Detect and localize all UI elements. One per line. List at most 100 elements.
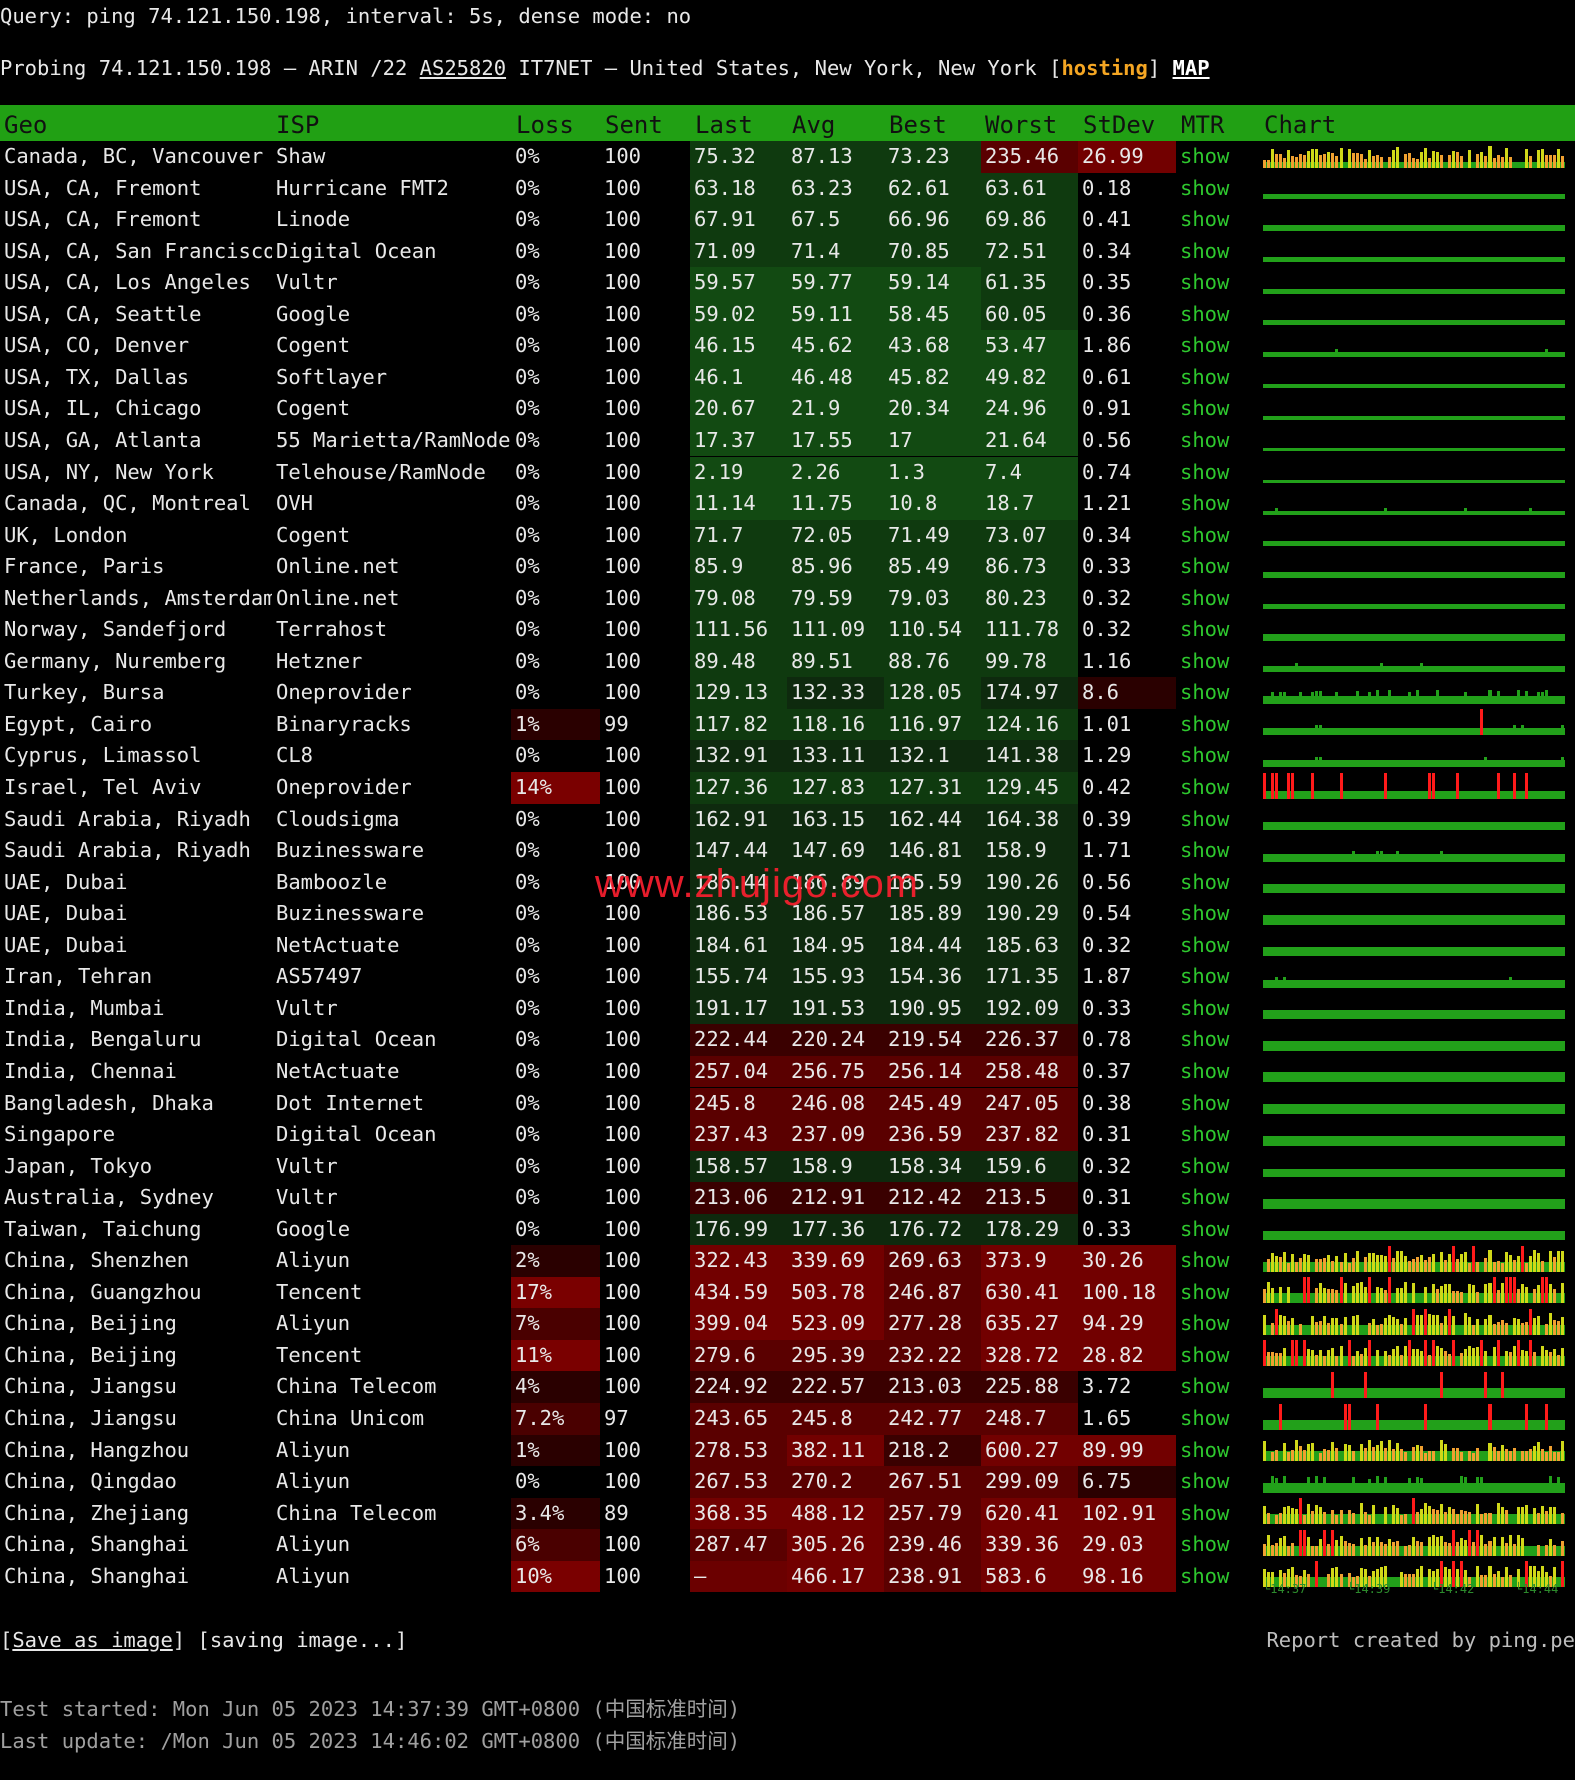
mtr-show-link[interactable]: show xyxy=(1176,330,1260,362)
cell-sent: 100 xyxy=(604,1532,642,1557)
mtr-show-link[interactable]: show xyxy=(1176,1214,1260,1246)
chart-spike xyxy=(1351,1356,1355,1367)
mtr-show-link[interactable]: show xyxy=(1176,1435,1260,1467)
chart-spike xyxy=(1319,1349,1323,1367)
mtr-show-link[interactable]: show xyxy=(1176,1561,1260,1593)
cell-worst: 583.6 xyxy=(981,1560,1078,1593)
cell-avg: 118.16 xyxy=(787,708,884,741)
chart-spike xyxy=(1436,1289,1440,1304)
mtr-show-link[interactable]: show xyxy=(1176,961,1260,993)
cell-stdev: 0.36 xyxy=(1082,301,1132,326)
chart-spike xyxy=(1383,1448,1387,1462)
chart-spike xyxy=(1331,1261,1335,1272)
mtr-show-link[interactable]: show xyxy=(1176,993,1260,1025)
mtr-show-link[interactable]: show xyxy=(1176,583,1260,615)
chart-spike xyxy=(1291,1450,1295,1462)
chart-spike xyxy=(1428,1257,1432,1272)
chart-spike xyxy=(1428,772,1432,799)
mtr-show-link[interactable]: show xyxy=(1176,835,1260,867)
map-link[interactable]: MAP xyxy=(1173,56,1210,80)
cell-loss: 0% xyxy=(515,491,540,516)
mtr-show-link[interactable]: show xyxy=(1176,614,1260,646)
table-row: USA, CO, Denver Cogent 0% 100 46.15 45.62 43.6… xyxy=(0,330,1575,362)
mtr-show-link[interactable]: show xyxy=(1176,520,1260,552)
mtr-show-link[interactable]: show xyxy=(1176,1024,1260,1056)
chart-spike xyxy=(1339,1345,1343,1367)
mtr-show-link[interactable]: show xyxy=(1176,677,1260,709)
mtr-show-link[interactable]: show xyxy=(1176,804,1260,836)
chart-spike xyxy=(1383,1255,1387,1272)
mtr-show-link[interactable]: show xyxy=(1176,1340,1260,1372)
mtr-show-link[interactable]: show xyxy=(1176,867,1260,899)
mtr-show-link[interactable]: show xyxy=(1176,457,1260,489)
chart-spike xyxy=(1331,1348,1335,1367)
cell-best: 116.97 xyxy=(884,708,981,741)
chart-spike xyxy=(1476,1291,1480,1304)
mtr-show-link[interactable]: show xyxy=(1176,709,1260,741)
chart-spike xyxy=(1283,1316,1287,1335)
chart-spike xyxy=(1315,1355,1319,1367)
chart-spike xyxy=(1452,1315,1456,1335)
save-as-image-link[interactable]: Save as image xyxy=(12,1628,172,1652)
cell-best: 212.42 xyxy=(884,1182,981,1214)
chart-spike xyxy=(1464,1251,1468,1272)
chart-spike xyxy=(1556,1476,1560,1493)
cell-last: 89.48 xyxy=(690,645,787,678)
mtr-show-link[interactable]: show xyxy=(1176,173,1260,205)
chart-spike xyxy=(1544,155,1548,168)
cell-isp: Dot Internet xyxy=(276,1090,425,1115)
mtr-show-link[interactable]: show xyxy=(1176,267,1260,299)
chart-spike xyxy=(1339,1262,1343,1272)
mtr-show-link[interactable]: show xyxy=(1176,1277,1260,1309)
cell-best: 236.59 xyxy=(884,1119,981,1151)
mtr-show-link[interactable]: show xyxy=(1176,1403,1260,1435)
chart-spike xyxy=(1367,1515,1371,1525)
latency-chart xyxy=(1263,1371,1565,1403)
chart-spike xyxy=(1271,149,1275,168)
mtr-show-link[interactable]: show xyxy=(1176,141,1260,173)
saving-status: ] [saving image...] xyxy=(172,1628,408,1652)
chart-spike xyxy=(1488,1403,1492,1430)
mtr-show-link[interactable]: show xyxy=(1176,1182,1260,1214)
mtr-show-link[interactable]: show xyxy=(1176,930,1260,962)
mtr-show-link[interactable]: show xyxy=(1176,299,1260,331)
chart-spike xyxy=(1287,1505,1291,1525)
mtr-show-link[interactable]: show xyxy=(1176,1245,1260,1277)
cell-stdev: 0.32 xyxy=(1082,932,1132,957)
cell-best: 267.51 xyxy=(884,1466,981,1498)
mtr-show-link[interactable]: show xyxy=(1176,1308,1260,1340)
cell-last: 399.04 xyxy=(690,1308,787,1340)
mtr-show-link[interactable]: show xyxy=(1176,1056,1260,1088)
mtr-show-link[interactable]: show xyxy=(1176,898,1260,930)
mtr-show-link[interactable]: show xyxy=(1176,1151,1260,1183)
cell-worst: 258.48 xyxy=(981,1055,1078,1088)
cell-avg: 11.75 xyxy=(787,488,884,520)
cell-isp: Vultr xyxy=(276,1153,338,1178)
mtr-show-link[interactable]: show xyxy=(1176,488,1260,520)
mtr-show-link[interactable]: show xyxy=(1176,204,1260,236)
chart-spike xyxy=(1540,1346,1544,1367)
mtr-show-link[interactable]: show xyxy=(1176,236,1260,268)
mtr-show-link[interactable]: show xyxy=(1176,740,1260,772)
mtr-show-link[interactable]: show xyxy=(1176,646,1260,678)
table-row: France, Paris Online.net 0% 100 85.9 85.96 85.… xyxy=(0,551,1575,583)
mtr-show-link[interactable]: show xyxy=(1176,772,1260,804)
cell-worst: 328.72 xyxy=(981,1339,1078,1372)
mtr-show-link[interactable]: show xyxy=(1176,1529,1260,1561)
header-last: Last xyxy=(695,111,753,139)
mtr-show-link[interactable]: show xyxy=(1176,393,1260,425)
mtr-show-link[interactable]: show xyxy=(1176,362,1260,394)
mtr-show-link[interactable]: show xyxy=(1176,1088,1260,1120)
mtr-show-link[interactable]: show xyxy=(1176,1119,1260,1151)
mtr-show-link[interactable]: show xyxy=(1176,425,1260,457)
chart-baseline xyxy=(1263,1040,1565,1051)
asn-link[interactable]: AS25820 xyxy=(420,56,506,80)
cell-worst: 60.05 xyxy=(981,298,1078,331)
header-stdev: StDev xyxy=(1083,111,1156,139)
mtr-show-link[interactable]: show xyxy=(1176,1466,1260,1498)
cell-last: 67.91 xyxy=(690,204,787,236)
table-row: USA, CA, Fremont Hurricane FMT2 0% 100 63.18… xyxy=(0,172,1575,205)
mtr-show-link[interactable]: show xyxy=(1176,551,1260,583)
mtr-show-link[interactable]: show xyxy=(1176,1498,1260,1530)
mtr-show-link[interactable]: show xyxy=(1176,1371,1260,1403)
